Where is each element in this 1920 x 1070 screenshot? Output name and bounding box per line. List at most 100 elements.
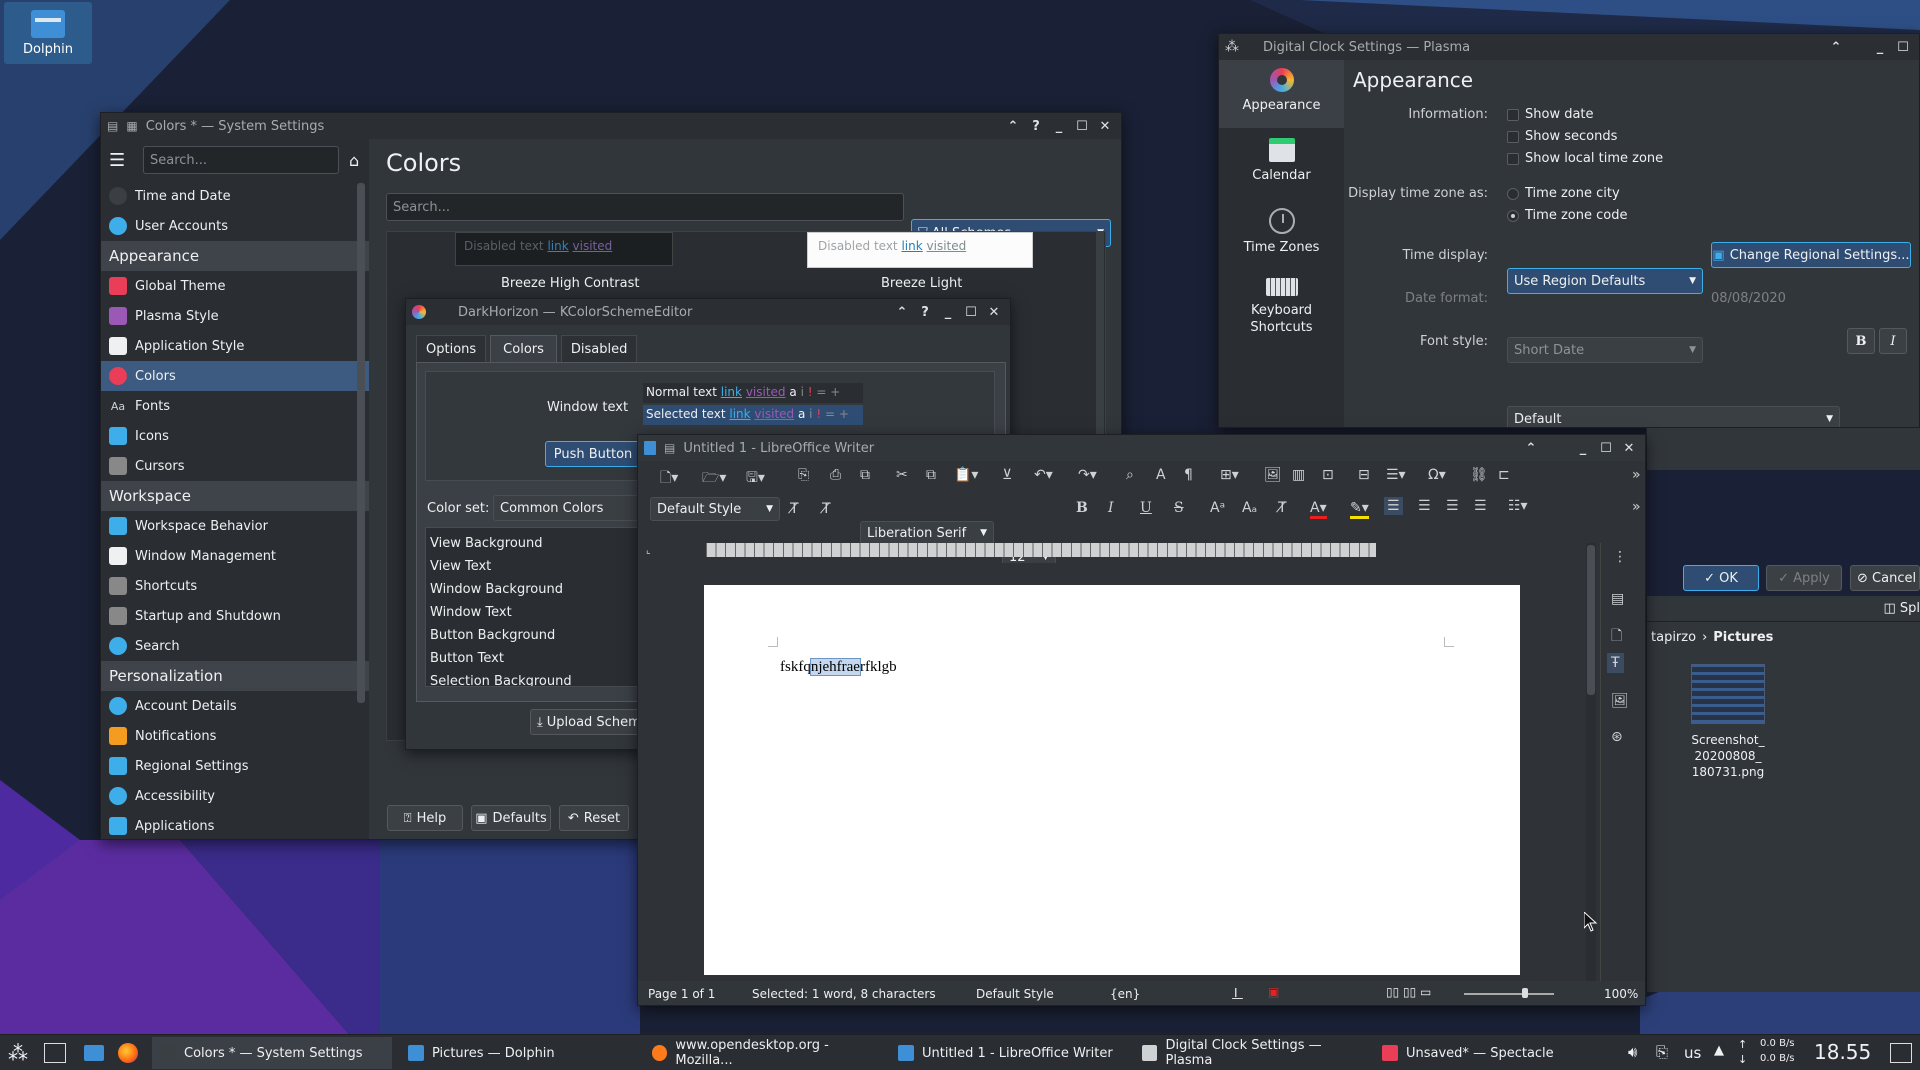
nav-time-zones[interactable]: Time Zones [1219, 198, 1344, 268]
find-replace-icon[interactable]: ⌕ [1126, 467, 1134, 483]
new-document-icon[interactable]: 🗋▾ [660, 467, 678, 491]
styles-icon[interactable]: Ŧ [1607, 653, 1624, 673]
sidebar-menu-icon[interactable]: ⋮ [1613, 549, 1627, 565]
reset-button[interactable]: ↶ Reset [559, 805, 629, 831]
volume-icon[interactable]: 🔊︎ [1628, 1043, 1637, 1061]
sidebar-item-regional-settings[interactable]: Regional Settings [101, 751, 369, 781]
insert-chart-icon[interactable]: ▥ [1292, 467, 1305, 483]
minimize-button[interactable]: _ [1049, 116, 1069, 136]
help-button[interactable]: ? [915, 302, 935, 322]
nav-calendar[interactable]: Calendar [1219, 128, 1344, 198]
maximize-button[interactable]: ☐ [961, 302, 981, 322]
scheme-search-input[interactable]: Search... [386, 193, 904, 221]
desktop-dolphin-shortcut[interactable]: Dolphin [4, 2, 92, 64]
new-style-icon[interactable]: T̸ [822, 501, 831, 517]
insert-mode-icon[interactable]: I͟ [1234, 986, 1238, 1000]
sidebar-item-global-theme[interactable]: Global Theme [101, 271, 369, 301]
print-preview-icon[interactable]: ⧉ [860, 467, 870, 483]
task-item[interactable]: Pictures — Dolphin [400, 1037, 636, 1069]
task-item[interactable]: Colors * — System Settings [152, 1037, 392, 1069]
defaults-button[interactable]: ▣ Defaults [471, 805, 551, 831]
system-tray-expand-icon[interactable]: ▲ [1714, 1043, 1724, 1058]
keyboard-layout[interactable]: us [1684, 1044, 1701, 1062]
close-button[interactable]: ✕ [1619, 438, 1639, 458]
insert-image-icon[interactable]: 🖼 [1264, 467, 1282, 483]
clipboard-icon[interactable]: ⎘ [1656, 1043, 1668, 1061]
italic-button[interactable]: I [1879, 328, 1907, 354]
sidebar-item-applications[interactable]: Applications [101, 811, 369, 839]
list-icon[interactable]: ☷▾ [1508, 498, 1528, 514]
show-seconds-checkbox[interactable]: Show seconds [1507, 129, 1617, 144]
properties-icon[interactable]: ▤ [1611, 591, 1624, 607]
sidebar-item-accessibility[interactable]: Accessibility [101, 781, 369, 811]
sidebar-item-icons[interactable]: Icons [101, 421, 369, 451]
underline-icon[interactable]: U [1140, 500, 1152, 516]
window-menu-icon[interactable]: ▦ [126, 119, 137, 133]
sidebar-item-notifications[interactable]: Notifications [101, 721, 369, 751]
page-icon[interactable]: 🗋 [1611, 625, 1622, 649]
keep-above-button[interactable]: ⌃ [892, 302, 912, 322]
date-format-combo[interactable]: Short Date ▼ [1507, 337, 1703, 363]
upload-scheme-button[interactable]: ⤓ Upload Schem [530, 709, 650, 735]
copy-icon[interactable]: ⧉ [926, 467, 936, 483]
paragraph-style-combo[interactable]: Default Style ▼ [650, 497, 780, 521]
special-character-icon[interactable]: Ω▾ [1428, 467, 1446, 483]
tab-options[interactable]: Options [416, 335, 487, 364]
application-launcher-icon[interactable]: ⁂ [8, 1041, 28, 1065]
sidebar-item-account-details[interactable]: Account Details [101, 691, 369, 721]
crumb-user[interactable]: tapirzo [1651, 630, 1696, 645]
apply-button[interactable]: ✓ Apply [1766, 565, 1842, 591]
zoom-slider[interactable] [1464, 993, 1554, 995]
minimize-button[interactable]: _ [938, 302, 958, 322]
formatting-marks-icon[interactable]: ¶ [1184, 467, 1193, 483]
time-display-combo[interactable]: Use Region Defaults ▼ [1507, 268, 1703, 294]
page-break-icon[interactable]: ⊟ [1358, 467, 1370, 483]
show-local-tz-checkbox[interactable]: Show local time zone [1507, 151, 1663, 166]
view-layout-icons[interactable]: ▯▯ ▯▯ ▭ [1386, 985, 1431, 999]
align-center-icon[interactable]: ☰ [1418, 498, 1431, 514]
sidebar-item-user-accounts[interactable]: User Accounts [101, 211, 369, 241]
digital-clock[interactable]: 18.55 [1814, 1040, 1871, 1064]
italic-icon[interactable]: I [1108, 500, 1114, 516]
help-footer-button[interactable]: ⍰ Help [387, 805, 463, 831]
highlight-icon[interactable]: ✎▾ [1350, 500, 1369, 519]
align-left-icon[interactable]: ☰ [1384, 497, 1403, 515]
sidebar-search-input[interactable]: Search... [143, 146, 339, 174]
cancel-button[interactable]: ⊘ Cancel [1850, 565, 1920, 591]
font-color-icon[interactable]: A▾ [1310, 500, 1327, 519]
navigator-icon[interactable]: ⊛ [1611, 729, 1623, 745]
scheme-preview-high-contrast[interactable]: Disabled text link visited [455, 232, 673, 266]
file-screenshot[interactable]: Screenshot_ 20200808_ 180731.png [1683, 664, 1773, 780]
maximize-button[interactable]: ☐ [1596, 438, 1616, 458]
footnote-icon[interactable]: ⊏ [1498, 467, 1510, 483]
tab-colors[interactable]: Colors [490, 335, 557, 364]
sidebar-item-cursors[interactable]: Cursors [101, 451, 369, 481]
toolbar-overflow-icon[interactable]: » [1632, 499, 1641, 515]
cut-icon[interactable]: ✂ [896, 467, 908, 483]
status-language[interactable]: {en} [1110, 987, 1140, 1001]
gallery-icon[interactable]: 🖼 [1611, 693, 1629, 709]
horizontal-ruler[interactable] [706, 543, 1376, 557]
bold-button[interactable]: B [1847, 328, 1875, 354]
keep-above-button[interactable]: ⌃ [1003, 116, 1023, 136]
zoom-knob[interactable] [1522, 988, 1528, 998]
home-icon[interactable]: ⌂ [349, 151, 359, 170]
sidebar-item-time-and-date[interactable]: Time and Date [101, 181, 369, 211]
sidebar-item-fonts[interactable]: Aa Fonts [101, 391, 369, 421]
close-button[interactable]: ✕ [1095, 116, 1115, 136]
minimize-button[interactable]: _ [1870, 37, 1890, 57]
bold-icon[interactable]: B [1076, 500, 1088, 516]
insert-table-icon[interactable]: ⊞▾ [1220, 467, 1239, 483]
maximize-button[interactable]: ☐ [1072, 116, 1092, 136]
font-style-combo[interactable]: Default ▼ [1507, 406, 1840, 427]
sidebar-item-search[interactable]: Search [101, 631, 369, 661]
push-button-sample[interactable]: Push Button [545, 441, 641, 467]
tab-disabled[interactable]: Disabled [560, 335, 638, 364]
save-icon[interactable]: 🖫▾ [746, 467, 765, 491]
status-page[interactable]: Page 1 of 1 [648, 987, 715, 1001]
firefox-launcher-icon[interactable] [118, 1043, 138, 1063]
insert-textbox-icon[interactable]: ⊡ [1322, 467, 1334, 483]
sidebar-scrollbar[interactable] [357, 183, 365, 703]
keep-above-button[interactable]: ⌃ [1826, 37, 1846, 57]
tz-city-radio[interactable]: Time zone city [1507, 186, 1620, 201]
